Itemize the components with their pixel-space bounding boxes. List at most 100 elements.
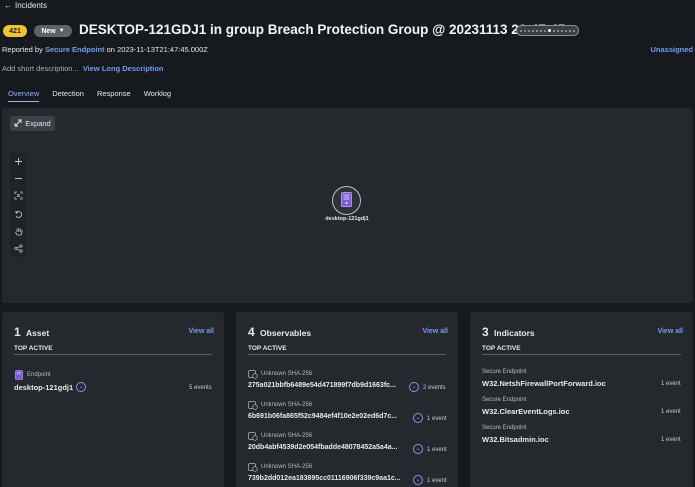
list-item: Unknown SHA-256: [248, 369, 312, 379]
short-description-input[interactable]: Add short description...: [2, 64, 79, 73]
incident-progress[interactable]: [516, 25, 579, 36]
zoom-out-icon[interactable]: [12, 172, 25, 185]
list-item: Unknown SHA-256: [248, 462, 312, 472]
chevron-down-icon[interactable]: ⌄: [409, 382, 419, 392]
endpoint-icon: [14, 370, 24, 380]
observable-hash[interactable]: 275a021bbfb6489e54d471899f7db9d1663fc...: [248, 382, 396, 389]
observables-title: Observables: [260, 328, 312, 338]
progress-dot: [524, 29, 526, 32]
expand-button[interactable]: Expand: [10, 116, 55, 131]
indicators-card: 3 Indicators View all TOP ACTIVE Secure …: [470, 312, 693, 487]
progress-dot: [573, 29, 575, 32]
view-long-description-link[interactable]: View Long Description: [83, 64, 164, 73]
observable-events: 2 events: [423, 385, 446, 391]
status-label: New: [41, 27, 56, 35]
observables-card: 4 Observables View all TOP ACTIVE Unknow…: [236, 312, 458, 487]
file-hash-icon: [248, 462, 258, 472]
fit-view-icon[interactable]: [12, 189, 25, 202]
indicator-name[interactable]: W32.Bitsadmin.ioc: [482, 435, 549, 444]
file-hash-icon: [248, 431, 258, 441]
progress-dot: [557, 29, 559, 32]
graph-node-label: desktop-121gdj1: [325, 216, 369, 222]
progress-dot: [565, 29, 567, 32]
asset-name[interactable]: desktop-121gdj1: [14, 383, 73, 392]
tab-bar: Overview Detection Response Worklog: [8, 89, 171, 102]
layout-icon[interactable]: [12, 242, 25, 255]
reporter-link[interactable]: Secure Endpoint: [45, 45, 105, 54]
progress-dot: [561, 29, 563, 32]
pan-hand-icon[interactable]: [12, 225, 25, 238]
assets-count: 1: [14, 325, 21, 339]
page-title: DESKTOP-121GDJ1 in group Breach Protecti…: [79, 22, 566, 37]
progress-dot: [544, 29, 546, 32]
list-item: Unknown SHA-256: [248, 431, 312, 441]
assets-top-active-label: TOP ACTIVE: [14, 345, 53, 352]
reported-on-prefix: on: [106, 45, 115, 54]
observable-events: 1 event: [427, 447, 447, 453]
chevron-down-icon[interactable]: ⌄: [76, 382, 87, 392]
assets-view-all-link[interactable]: View all: [188, 328, 214, 335]
tab-detection[interactable]: Detection: [52, 89, 84, 102]
observable-events: 1 event: [427, 478, 447, 484]
status-dropdown[interactable]: New ▼: [34, 25, 72, 37]
chevron-down-icon[interactable]: ⌄: [413, 444, 423, 454]
chevron-down-icon[interactable]: ⌄: [413, 413, 423, 423]
indicator-name[interactable]: W32.ClearEventLogs.ioc: [482, 407, 570, 416]
tab-overview[interactable]: Overview: [8, 89, 40, 102]
indicators-view-all-link[interactable]: View all: [657, 328, 683, 335]
list-item: desktop-121gdj1 ⌄: [14, 382, 87, 392]
chevron-down-icon[interactable]: ⌄: [413, 475, 423, 485]
list-item: Endpoint: [14, 370, 51, 380]
indicators-title: Indicators: [494, 328, 535, 338]
observable-type: Unknown SHA-256: [261, 433, 313, 439]
observable-hash[interactable]: 6b691b06fa865f52c9484ef4f10e2e02ed6d7c..…: [248, 413, 397, 420]
tab-worklog[interactable]: Worklog: [144, 89, 171, 102]
observable-hash[interactable]: 20db4abf4539d2e054fbadde48078452a5a4a...: [248, 444, 397, 451]
expand-label: Expand: [25, 119, 51, 128]
file-hash-icon: [248, 400, 258, 410]
arrow-left-icon: ←: [4, 1, 12, 10]
progress-dot: [536, 29, 538, 32]
progress-dot: [540, 29, 542, 32]
observable-hash[interactable]: 739b2dd012ea183895cc01116906f339c9aa1c..…: [248, 475, 401, 482]
indicator-events: 1 event: [661, 437, 681, 443]
observable-type: Unknown SHA-256: [261, 402, 313, 408]
assets-card: 1 Asset View all TOP ACTIVE Endpoint des…: [2, 312, 224, 487]
indicator-source: Secure Endpoint: [482, 425, 527, 431]
reset-icon[interactable]: [12, 208, 25, 221]
progress-dot: [528, 29, 530, 32]
incident-number-badge: 421: [3, 25, 27, 37]
asset-type: Endpoint: [27, 372, 51, 378]
zoom-in-icon[interactable]: [12, 155, 25, 168]
indicator-events: 1 event: [661, 409, 681, 415]
computer-icon: [340, 192, 353, 209]
divider: [248, 354, 446, 355]
reported-line: Reported by Secure Endpoint on 2023-11-1…: [2, 45, 208, 54]
reported-by-prefix: Reported by: [2, 45, 43, 54]
asset-events: 5 events: [189, 385, 212, 391]
graph-node-endpoint[interactable]: [332, 186, 361, 215]
assignee-button[interactable]: Unassigned: [650, 45, 693, 54]
indicator-events: 1 event: [661, 381, 681, 387]
progress-dot: [548, 29, 551, 32]
progress-dot: [520, 29, 522, 32]
expand-icon: [14, 119, 22, 129]
progress-dot: [553, 29, 555, 32]
chevron-down-icon: ▼: [58, 28, 65, 34]
back-link-label: Incidents: [15, 1, 48, 10]
reported-timestamp: 2023-11-13T21:47:45.000Z: [117, 45, 208, 54]
divider: [14, 354, 212, 355]
back-link[interactable]: ← Incidents: [4, 1, 47, 10]
observables-card-header: 4 Observables: [248, 325, 311, 339]
indicator-name[interactable]: W32.NetshFirewallPortForward.ioc: [482, 379, 606, 388]
tab-response[interactable]: Response: [97, 89, 131, 102]
indicators-card-header: 3 Indicators: [482, 325, 535, 339]
list-item: Unknown SHA-256: [248, 400, 312, 410]
observables-count: 4: [248, 325, 255, 339]
indicators-count: 3: [482, 325, 489, 339]
indicator-source: Secure Endpoint: [482, 397, 527, 403]
progress-dot: [532, 29, 534, 32]
observables-view-all-link[interactable]: View all: [422, 328, 448, 335]
description-line: Add short description... View Long Descr…: [2, 64, 164, 73]
assets-card-header: 1 Asset: [14, 325, 49, 339]
